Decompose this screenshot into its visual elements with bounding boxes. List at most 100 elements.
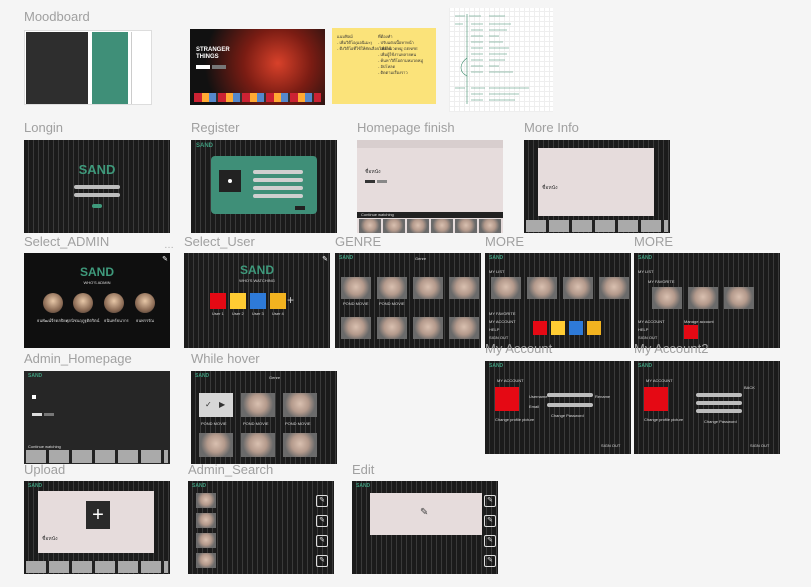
hover-thumb[interactable] [199,433,233,457]
more1-thumb[interactable] [563,277,593,299]
hover-thumb[interactable] [283,393,317,417]
search-result-thumb[interactable] [196,513,216,528]
more-frame-1[interactable]: SAND MY LIST MY FAVORITE MY ACCOUNT HELP… [485,253,631,348]
edit-side-icon[interactable]: ✎ [484,515,496,527]
more2-menu-favorite[interactable]: MY FAVORITE [648,279,675,284]
moodboard-sticky-note[interactable]: แนบฟิลม์ - เพิ่มวิดีโอ(แอนิเมะ) - ดึงวิด… [332,28,436,104]
hover-genre-dropdown[interactable]: Genre [269,375,280,380]
more1-menu-favorite[interactable]: MY FAVORITE [489,311,516,316]
edit-pencil-icon[interactable]: ✎ [420,507,428,518]
moodboard-color-swatches[interactable] [24,30,152,105]
more1-user-avatar[interactable] [569,321,583,335]
register-field[interactable] [253,170,303,174]
admin-avatar[interactable] [135,293,155,313]
homepage-play-button[interactable] [365,180,375,183]
my-account2-back[interactable]: BACK [744,385,755,390]
more1-user-avatar[interactable] [551,321,565,335]
my-account2-field[interactable] [696,401,742,405]
my-account2-avatar[interactable] [644,387,668,411]
my-account-username-field[interactable] [547,393,593,397]
homepage-info-button[interactable] [377,180,387,183]
admin-home-info-button[interactable] [44,413,54,416]
my-account2-change-profile[interactable]: Change profile picture [644,417,683,422]
homepage-thumb[interactable] [479,219,501,233]
more1-user-avatar[interactable] [533,321,547,335]
search-result-thumb[interactable] [196,493,216,508]
moodboard-netflix-reference[interactable]: STRANGER THINGS [190,29,325,105]
genre-thumb[interactable] [413,277,443,299]
more2-menu-mylist[interactable]: MY LIST [638,269,654,274]
login-button[interactable] [92,204,102,208]
my-account-avatar[interactable] [495,387,519,411]
more2-user-avatar[interactable] [684,325,698,339]
frame-label-upload[interactable]: Upload [24,462,65,477]
admin-avatar[interactable] [73,293,93,313]
search-result-thumb[interactable] [196,553,216,568]
my-account-frame[interactable]: SAND MY ACCOUNT Change profile picture U… [485,361,631,454]
my-account2-field[interactable] [696,409,742,413]
upload-add-box[interactable]: + [86,501,110,529]
edit-side-icon[interactable]: ✎ [484,495,496,507]
more2-thumb[interactable] [652,287,682,309]
register-field[interactable] [253,194,303,198]
edit-pencil-icon[interactable]: ✎ [160,255,170,265]
more1-thumb[interactable] [599,277,629,299]
admin-homepage-frame[interactable]: SAND Continue watching [24,371,170,464]
register-avatar-upload[interactable] [219,170,241,192]
hover-thumb[interactable] [283,433,317,457]
genre-thumb[interactable] [341,277,371,299]
more2-menu-signout[interactable]: SIGN OUT [638,335,657,340]
search-result-edit-icon[interactable]: ✎ [316,555,328,567]
more2-menu-account[interactable]: MY ACCOUNT [638,319,665,324]
login-frame[interactable]: SAND [24,140,170,233]
frame-label-more-1[interactable]: MORE [485,234,524,249]
frame-label-select-user[interactable]: Select_User [184,234,255,249]
more1-thumb[interactable] [491,277,521,299]
admin-avatar[interactable] [43,293,63,313]
my-account-sign-out[interactable]: SIGN OUT [601,443,620,448]
search-result-thumb[interactable] [196,533,216,548]
more2-thumb[interactable] [724,287,754,309]
more1-menu-mylist[interactable]: MY LIST [489,269,505,274]
more1-menu-account[interactable]: MY ACCOUNT [489,319,516,324]
more1-thumb[interactable] [527,277,557,299]
more2-manage-account[interactable]: Manage account [684,319,714,324]
genre-thumb[interactable] [413,317,443,339]
frame-label-login[interactable]: Longin [24,120,63,135]
genre-thumb[interactable] [377,277,407,299]
play-icon[interactable]: ▶ [219,400,225,409]
frame-label-my-account[interactable]: My Account [485,341,552,356]
homepage-thumb[interactable] [359,219,381,233]
admin-home-play-button[interactable] [32,413,42,416]
edit-side-icon[interactable]: ✎ [484,535,496,547]
frame-label-moodboard[interactable]: Moodboard [24,9,90,24]
frame-label-admin-homepage[interactable]: Admin_Homepage [24,351,132,366]
register-frame[interactable]: SAND [191,140,337,233]
hover-thumb-active[interactable]: ✓ ▶ [199,393,233,417]
frame-label-while-hover[interactable]: While hover [191,351,260,366]
my-account2-frame[interactable]: SAND MY ACCOUNT BACK Change profile pict… [634,361,780,454]
register-submit-button[interactable] [295,206,305,210]
more-frame-2[interactable]: SAND MY LIST MY FAVORITE MY ACCOUNT Mana… [634,253,780,348]
user-avatar-blue[interactable] [250,293,266,309]
admin-avatar[interactable] [104,293,124,313]
frame-label-my-account-2[interactable]: My Account2 [634,341,708,356]
login-username-input[interactable] [74,185,120,189]
genre-frame[interactable]: SAND Genre POND MOVIE POND MOVIE [335,253,481,348]
more1-user-avatar[interactable] [587,321,601,335]
frame-label-admin-search[interactable]: Admin_Search [188,462,273,477]
edit-frame[interactable]: SAND ✎ ✎ ✎ ✎ ✎ [352,481,498,574]
my-account-rename-link[interactable]: Rename [595,394,610,399]
frame-label-edit[interactable]: Edit [352,462,374,477]
user-avatar-yellow[interactable] [270,293,286,309]
edit-side-icon[interactable]: ✎ [484,555,496,567]
admin-home-upload-icon[interactable] [32,395,36,399]
homepage-thumb[interactable] [455,219,477,233]
login-password-input[interactable] [74,193,120,197]
select-admin-frame[interactable]: ✎ SAND WHO'S ADMIN ธนพัฒน์จีรดลปิยะ ศุภน… [24,253,170,348]
genre-thumb[interactable] [449,317,479,339]
my-account-change-password[interactable]: Change Password [551,413,584,418]
my-account2-sign-out[interactable]: SIGN OUT [750,443,769,448]
add-user-plus-icon[interactable]: + [287,293,294,307]
search-result-edit-icon[interactable]: ✎ [316,515,328,527]
